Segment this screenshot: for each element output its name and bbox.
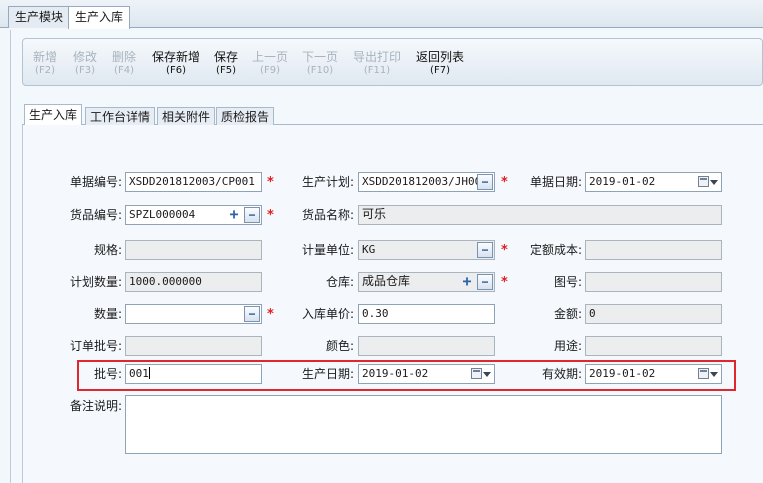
required-marker: * <box>267 208 274 223</box>
unit-value: KG <box>362 243 376 256</box>
save-and-new-label: 保存新增 <box>152 50 201 64</box>
plus-icon[interactable]: + <box>460 274 474 289</box>
tab-attachments[interactable]: 相关附件 <box>157 107 216 126</box>
doc-date-picker[interactable]: 2019-01-02 <box>585 172 722 192</box>
new-shortcut: (F2) <box>35 65 55 76</box>
back-to-list-label: 返回列表 <box>416 50 465 64</box>
required-marker: * <box>501 275 508 290</box>
planned-qty-label: 计划数量: <box>69 275 122 289</box>
remark-label: 备注说明: <box>69 399 122 413</box>
tab-stock-in[interactable]: 生产入库 <box>24 104 83 126</box>
new-label: 新增 <box>33 50 58 64</box>
drawing-no-label: 图号: <box>553 275 582 289</box>
doc-date-label: 单据日期: <box>529 175 582 189</box>
edit-button[interactable]: 修改 (F3) <box>73 50 97 78</box>
save-and-new-shortcut: (F6) <box>166 65 186 76</box>
item-code-value: SPZL000004 <box>129 208 196 221</box>
warehouse-label: 仓库: <box>325 275 354 289</box>
amount-label: 金额: <box>553 307 582 321</box>
plus-icon[interactable]: + <box>227 207 241 222</box>
back-to-list-shortcut: (F7) <box>430 65 450 76</box>
drawing-no-field <box>585 272 722 292</box>
highlight-box <box>77 360 736 391</box>
item-name-field: 可乐 <box>358 205 722 225</box>
production-plan-lookup-icon[interactable]: … <box>477 174 493 190</box>
usage-label: 用途: <box>553 339 582 353</box>
required-marker: * <box>267 175 274 190</box>
edit-shortcut: (F3) <box>75 65 95 76</box>
required-marker: * <box>501 243 508 258</box>
next-page-button[interactable]: 下一页 (F10) <box>302 50 338 78</box>
item-name-label: 货品名称: <box>301 208 354 222</box>
quantity-lookup-icon[interactable]: … <box>244 306 260 322</box>
spec-label: 规格: <box>93 243 122 257</box>
edit-label: 修改 <box>73 50 98 64</box>
quantity-field[interactable]: … <box>125 304 262 324</box>
export-print-shortcut: (F11) <box>363 65 391 76</box>
next-page-shortcut: (F10) <box>306 65 334 76</box>
color-field <box>358 336 495 356</box>
warehouse-field[interactable]: 成品仓库 +… <box>358 272 495 292</box>
item-code-field[interactable]: SPZL000004 +… <box>125 205 262 225</box>
prev-page-button[interactable]: 上一页 (F9) <box>252 50 288 78</box>
tab-production-module[interactable]: 生产模块 <box>8 6 71 28</box>
new-button[interactable]: 新增 (F2) <box>33 50 57 78</box>
item-code-lookup-icon[interactable]: … <box>244 207 260 223</box>
unit-label: 计量单位: <box>301 243 354 257</box>
production-plan-field[interactable]: XSDD201812003/JH003… <box>358 172 495 192</box>
usage-field <box>585 336 722 356</box>
doc-date-value: 2019-01-02 <box>589 175 656 188</box>
item-name-value: 可乐 <box>362 207 387 221</box>
export-print-button[interactable]: 导出打印 (F11) <box>353 50 401 78</box>
unit-price-value: 0.30 <box>362 307 389 320</box>
save-label: 保存 <box>214 50 239 64</box>
planned-qty-value: 1000.000000 <box>129 275 202 288</box>
unit-field[interactable]: KG … <box>358 240 495 260</box>
standard-cost-label: 定额成本: <box>529 243 582 257</box>
spec-field <box>125 240 262 260</box>
required-marker: * <box>267 307 274 322</box>
order-batch-field <box>125 336 262 356</box>
doc-no-label: 单据编号: <box>69 175 122 189</box>
next-page-label: 下一页 <box>302 50 339 64</box>
tab-workbench-details[interactable]: 工作台详情 <box>85 107 156 126</box>
delete-shortcut: (F4) <box>114 65 134 76</box>
delete-label: 删除 <box>112 50 137 64</box>
amount-field: 0 <box>585 304 722 324</box>
unit-lookup-icon[interactable]: … <box>477 242 493 258</box>
save-button[interactable]: 保存 (F5) <box>214 50 238 78</box>
warehouse-value: 成品仓库 <box>362 274 411 288</box>
prev-page-label: 上一页 <box>252 50 289 64</box>
tab-production-stock-in[interactable]: 生产入库 <box>68 6 131 29</box>
back-to-list-button[interactable]: 返回列表 (F7) <box>416 50 464 78</box>
prev-page-shortcut: (F9) <box>260 65 280 76</box>
production-plan-value: XSDD201812003/JH003 <box>362 175 488 188</box>
chevron-down-icon[interactable] <box>710 180 718 185</box>
remark-textarea[interactable] <box>125 395 722 454</box>
amount-value: 0 <box>589 307 596 320</box>
planned-qty-field: 1000.000000 <box>125 272 262 292</box>
export-print-label: 导出打印 <box>353 50 402 64</box>
unit-price-label: 入库单价: <box>301 307 354 321</box>
item-code-label: 货品编号: <box>69 208 122 222</box>
warehouse-lookup-icon[interactable]: … <box>477 274 493 290</box>
color-label: 颜色: <box>325 339 354 353</box>
save-shortcut: (F5) <box>216 65 236 76</box>
order-batch-label: 订单批号: <box>69 339 122 353</box>
delete-button[interactable]: 删除 (F4) <box>112 50 136 78</box>
unit-price-field[interactable]: 0.30 <box>358 304 495 324</box>
standard-cost-field <box>585 240 722 260</box>
save-and-new-button[interactable]: 保存新增 (F6) <box>152 50 200 78</box>
calendar-icon[interactable] <box>698 176 709 187</box>
production-plan-label: 生产计划: <box>301 175 354 189</box>
quantity-label: 数量: <box>93 307 122 321</box>
doc-no-field[interactable]: XSDD201812003/CP001 <box>125 172 262 192</box>
required-marker: * <box>501 175 508 190</box>
tab-qc-report[interactable]: 质检报告 <box>216 107 275 126</box>
doc-no-value: XSDD201812003/CP001 <box>129 175 255 188</box>
